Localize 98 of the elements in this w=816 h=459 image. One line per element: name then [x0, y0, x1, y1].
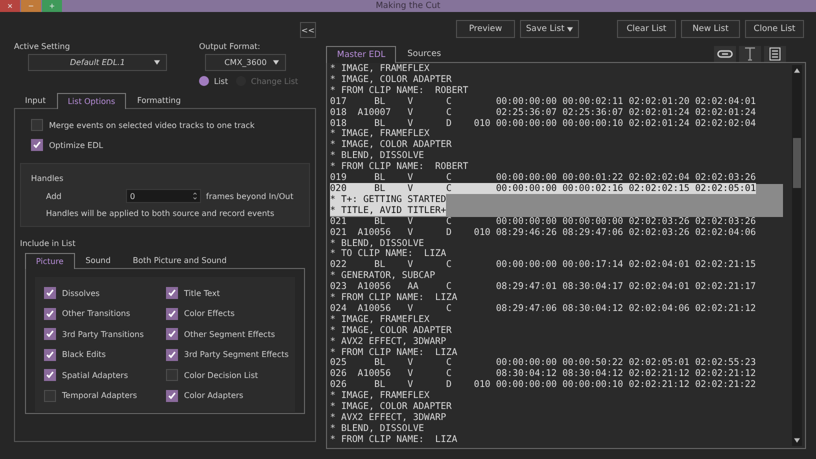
- checkbox[interactable]: [166, 390, 178, 402]
- field-label: Add: [46, 192, 62, 200]
- link-icon[interactable]: [714, 46, 736, 62]
- checkbox-label: Color Adapters: [184, 391, 244, 400]
- caret-icon: [567, 26, 573, 32]
- checkbox-label: Other Transitions: [62, 309, 130, 318]
- edl-line: * IMAGE, FRAMEFLEX: [330, 390, 430, 402]
- checkbox[interactable]: [44, 348, 56, 360]
- edl-line: * FROM CLIP NAME: LIZA: [330, 292, 458, 304]
- checkbox-label: Optimize EDL: [49, 140, 104, 150]
- list-icon[interactable]: [764, 46, 786, 62]
- caret-icon: [154, 60, 160, 65]
- edl-line: * AVX2 EFFECT, 3DWARP: [330, 336, 446, 347]
- checkbox[interactable]: [166, 328, 178, 340]
- scroll-down-icon: [794, 438, 800, 443]
- checkbox[interactable]: [44, 369, 56, 381]
- checkbox-label: Other Segment Effects: [184, 330, 275, 338]
- edl-line: * FROM CLIP NAME: LIZA: [330, 346, 458, 358]
- edl-line: * IMAGE, COLOR ADAPTER: [330, 401, 452, 412]
- toolbar-button[interactable]: Clear List: [617, 20, 676, 38]
- close-button[interactable]: ×: [0, 0, 20, 12]
- checkbox-label: 3rd Party Segment Effects: [184, 350, 289, 359]
- checkbox-label: Temporal Adapters: [62, 391, 138, 400]
- edl-line: * IMAGE, FRAMEFLEX: [330, 314, 430, 325]
- section-title: Handles: [31, 174, 64, 183]
- checkbox[interactable]: [44, 328, 56, 340]
- tab[interactable]: Sound: [74, 252, 122, 268]
- section-title: Include in List: [20, 239, 76, 248]
- edl-line: * BLEND, DISSOLVE: [330, 422, 424, 434]
- edl-line: * AVX2 EFFECT, 3DWARP: [330, 412, 446, 423]
- format-dropdown[interactable]: CMX_3600: [205, 54, 286, 71]
- edl-line: 017 BL V C 00:00:00:00 00:00:02:11 02:02:01:20 02:02:04:01: [330, 96, 756, 107]
- edl-line: 019 BL V C 00:00:00:00 00:00:01:22 02:02:02:04 02:02:03:26: [330, 172, 756, 184]
- checkbox-label: Merge events on selected video tracks to one track: [49, 120, 255, 130]
- edl-line: * IMAGE, FRAMEFLEX: [330, 128, 430, 140]
- tab[interactable]: Input: [14, 92, 57, 108]
- tab[interactable]: Sources: [396, 45, 452, 62]
- edl-line: * FROM CLIP NAME: ROBERT: [330, 84, 468, 96]
- edl-line: * IMAGE, COLOR ADAPTER: [330, 74, 452, 85]
- scroll-thumb[interactable]: [793, 138, 801, 188]
- edl-line: * BLEND, DISSOLVE: [330, 150, 424, 162]
- frames-field[interactable]: 0: [126, 189, 201, 203]
- setting-dropdown[interactable]: Default EDL.1: [28, 54, 167, 71]
- checkbox[interactable]: [166, 369, 178, 381]
- edl-line: 018 A10007 V C 02:25:36:07 02:25:36:07 02:02:01:24 02:02:01:24: [330, 106, 756, 118]
- checkbox-label: Spatial Adapters: [62, 370, 128, 380]
- edl-line: * FROM CLIP NAME: LIZA: [330, 434, 458, 445]
- checkbox[interactable]: [31, 119, 43, 131]
- checkbox-label: Color Effects: [184, 309, 235, 318]
- edl-line: * GENERATOR, SUBCAP: [330, 270, 436, 282]
- edl-line: * IMAGE, FRAMEFLEX: [330, 63, 430, 74]
- edl-line: 021 A10056 V D 010 08:29:46:26 08:29:47:06 02:02:03:26 02:02:04:06: [330, 226, 756, 238]
- edl-line: * FROM CLIP NAME: ROBERT: [330, 161, 468, 172]
- checkbox-label: Color Decision List: [184, 370, 258, 380]
- checkbox[interactable]: [44, 390, 56, 402]
- window-title: Making the Cut: [376, 1, 440, 11]
- save-dropdown[interactable]: Save List: [520, 20, 579, 38]
- tab[interactable]: List Options: [56, 93, 126, 109]
- spinner-icon: [192, 191, 198, 201]
- edl-line: 026 BL V D 010 00:00:00:00 00:00:00:10 02:02:21:12 02:02:21:22: [330, 379, 756, 390]
- edl-line: 024 A10056 V C 08:29:47:06 08:30:04:12 02:02:04:06 02:02:21:12: [330, 302, 756, 314]
- edl-line: 023 A10056 AA C 08:29:47:01 08:30:04:17 02:02:04:01 02:02:21:17: [330, 281, 756, 292]
- edl-line: 018 BL V D 010 00:00:00:00 00:00:00:10 02:02:01:24 02:02:02:04: [330, 118, 756, 129]
- field-label: Active Setting: [14, 42, 71, 51]
- checkbox[interactable]: [44, 308, 56, 320]
- toolbar-button[interactable]: Preview: [456, 20, 515, 38]
- scrollbar[interactable]: [792, 65, 802, 446]
- checkbox-label: Dissolves: [62, 288, 100, 298]
- edl-line: 022 BL V C 00:00:00:00 00:00:17:14 02:02:04:01 02:02:21:15: [330, 259, 756, 270]
- tab[interactable]: Both Picture and Sound: [122, 252, 238, 268]
- tab[interactable]: Picture: [25, 253, 75, 269]
- checkbox-label: Title Text: [184, 288, 220, 298]
- field-suffix: frames beyond In/Out: [206, 192, 294, 200]
- checkbox[interactable]: [166, 308, 178, 320]
- edl-line: 025 BL V C 00:00:00:00 00:00:50:22 02:02:05:01 02:02:55:23: [330, 357, 756, 368]
- edl-line: * TO CLIP NAME: LIZA: [330, 248, 446, 260]
- toolbar-button[interactable]: Clone List: [745, 20, 804, 38]
- radio-option[interactable]: List: [199, 76, 228, 86]
- checkbox[interactable]: [166, 287, 178, 299]
- note-text: Handles will be applied to both source and record events: [46, 209, 276, 218]
- toolbar-button[interactable]: New List: [681, 20, 740, 38]
- caret-icon: [273, 60, 279, 65]
- checkbox-label: 3rd Party Transitions: [62, 330, 144, 338]
- edl-line: * IMAGE, COLOR ADAPTER: [330, 139, 452, 150]
- tab[interactable]: Master EDL: [326, 46, 396, 63]
- text-icon[interactable]: [739, 46, 761, 62]
- checkbox[interactable]: [31, 139, 43, 151]
- edl-line: 021 BL V C 00:00:00:00 00:00:00:00 02:02:03:26 02:02:03:26: [330, 216, 756, 227]
- edl-line: * BLEND, DISSOLVE: [330, 238, 424, 248]
- field-label: Output Format:: [199, 42, 262, 51]
- edl-line: * IMAGE, COLOR ADAPTER: [330, 324, 452, 336]
- scroll-up-icon: [794, 68, 800, 73]
- tab[interactable]: Formatting: [126, 92, 192, 108]
- checkbox-label: Black Edits: [62, 350, 106, 359]
- checkbox[interactable]: [166, 348, 178, 360]
- edl-line: 026 A10056 V C 08:30:04:12 08:30:04:12 02:02:21:12 02:02:21:12: [330, 368, 756, 380]
- checkbox[interactable]: [44, 287, 56, 299]
- collapse-button[interactable]: <<: [300, 22, 316, 38]
